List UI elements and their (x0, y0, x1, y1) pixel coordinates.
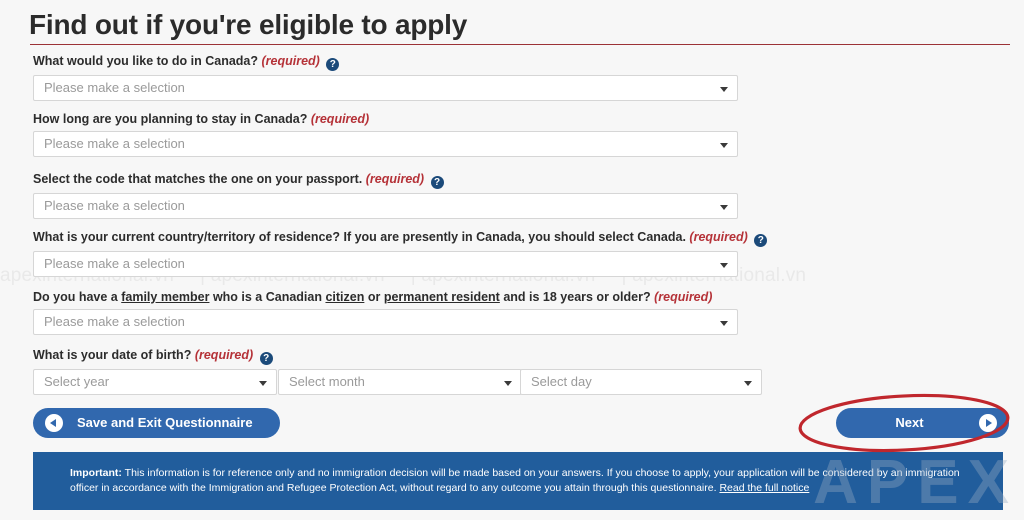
label-text: and is 18 years or older? (499, 290, 651, 304)
questionnaire-page: Find out if you're eligible to apply Wha… (0, 0, 1024, 520)
select-family-member[interactable]: Please make a selection (33, 309, 738, 335)
label-text: How long are you planning to stay in Can… (33, 112, 308, 126)
required-tag: (required) (365, 172, 425, 186)
chevron-down-icon (504, 381, 512, 386)
select-duration[interactable]: Please make a selection (33, 131, 738, 157)
field-passport-code: Select the code that matches the one on … (33, 172, 738, 219)
chevron-down-icon (720, 143, 728, 148)
question-mark-circle-icon[interactable]: ? (326, 58, 340, 71)
save-and-exit-button[interactable]: Save and Exit Questionnaire (33, 408, 280, 438)
question-mark-circle-icon[interactable]: ? (430, 176, 444, 189)
chevron-down-icon (259, 381, 267, 386)
select-purpose[interactable]: Please make a selection (33, 75, 738, 101)
required-tag: (required) (261, 54, 320, 68)
important-notice-banner: Important: This information is for refer… (33, 452, 1003, 510)
select-value: Please make a selection (44, 80, 185, 95)
field-label-purpose: What would you like to do in Canada? (re… (33, 54, 738, 71)
chevron-down-icon (720, 205, 728, 210)
select-value: Please make a selection (44, 136, 185, 151)
required-tag: (required) (689, 230, 748, 244)
label-text: who is a Canadian (209, 290, 326, 304)
select-value: Select day (531, 374, 592, 389)
field-label-duration: How long are you planning to stay in Can… (33, 112, 738, 127)
select-value: Select year (44, 374, 110, 389)
field-family-member: Do you have a family member who is a Can… (33, 290, 738, 335)
select-value: Please make a selection (44, 256, 185, 271)
required-tag: (required) (310, 112, 370, 126)
chevron-down-icon (720, 321, 728, 326)
select-passport-code[interactable]: Please make a selection (33, 193, 738, 219)
question-mark-circle-icon[interactable]: ? (259, 352, 273, 365)
label-text: What is your current country/territory o… (33, 230, 686, 244)
arrow-left-circle-icon (45, 414, 63, 432)
title-divider (30, 44, 1010, 45)
select-birth-month[interactable]: Select month (278, 369, 522, 395)
link-permanent-resident[interactable]: permanent resident (384, 290, 500, 304)
page-title: Find out if you're eligible to apply (29, 9, 468, 40)
field-label-date-of-birth: What is your date of birth? (required) ? (33, 348, 763, 365)
field-label-residence: What is your current country/territory o… (33, 230, 768, 247)
link-family-member[interactable]: family member (121, 290, 209, 304)
chevron-down-icon (720, 87, 728, 92)
field-residence: What is your current country/territory o… (33, 230, 768, 277)
field-label-family-member: Do you have a family member who is a Can… (33, 290, 738, 305)
required-tag: (required) (654, 290, 713, 304)
notice-body: This information is for reference only a… (70, 467, 960, 494)
field-duration: How long are you planning to stay in Can… (33, 112, 738, 157)
chevron-down-icon (720, 263, 728, 268)
question-mark-circle-icon[interactable]: ? (754, 234, 768, 247)
chevron-down-icon (744, 381, 752, 386)
notice-text: Important: This information is for refer… (70, 466, 982, 496)
select-value: Please make a selection (44, 198, 185, 213)
select-birth-year[interactable]: Select year (33, 369, 277, 395)
field-purpose: What would you like to do in Canada? (re… (33, 54, 738, 101)
label-text: What is your date of birth? (33, 348, 192, 362)
field-label-passport-code: Select the code that matches the one on … (33, 172, 738, 189)
select-value: Please make a selection (44, 314, 185, 329)
next-button[interactable]: Next (836, 408, 1009, 438)
read-full-notice-link[interactable]: Read the full notice (719, 482, 809, 494)
label-text: Select the code that matches the one on … (33, 172, 363, 186)
link-citizen[interactable]: citizen (325, 290, 364, 304)
label-text: or (364, 290, 384, 304)
required-tag: (required) (194, 348, 254, 362)
label-text: Do you have a (33, 290, 122, 304)
select-value: Select month (289, 374, 365, 389)
notice-prefix: Important: (70, 467, 122, 479)
label-text: What would you like to do in Canada? (33, 54, 258, 68)
field-date-of-birth: What is your date of birth? (required) ?… (33, 348, 763, 395)
arrow-right-circle-icon (979, 414, 997, 432)
save-and-exit-label: Save and Exit Questionnaire (77, 415, 253, 430)
select-residence[interactable]: Please make a selection (33, 251, 738, 277)
select-birth-day[interactable]: Select day (520, 369, 762, 395)
